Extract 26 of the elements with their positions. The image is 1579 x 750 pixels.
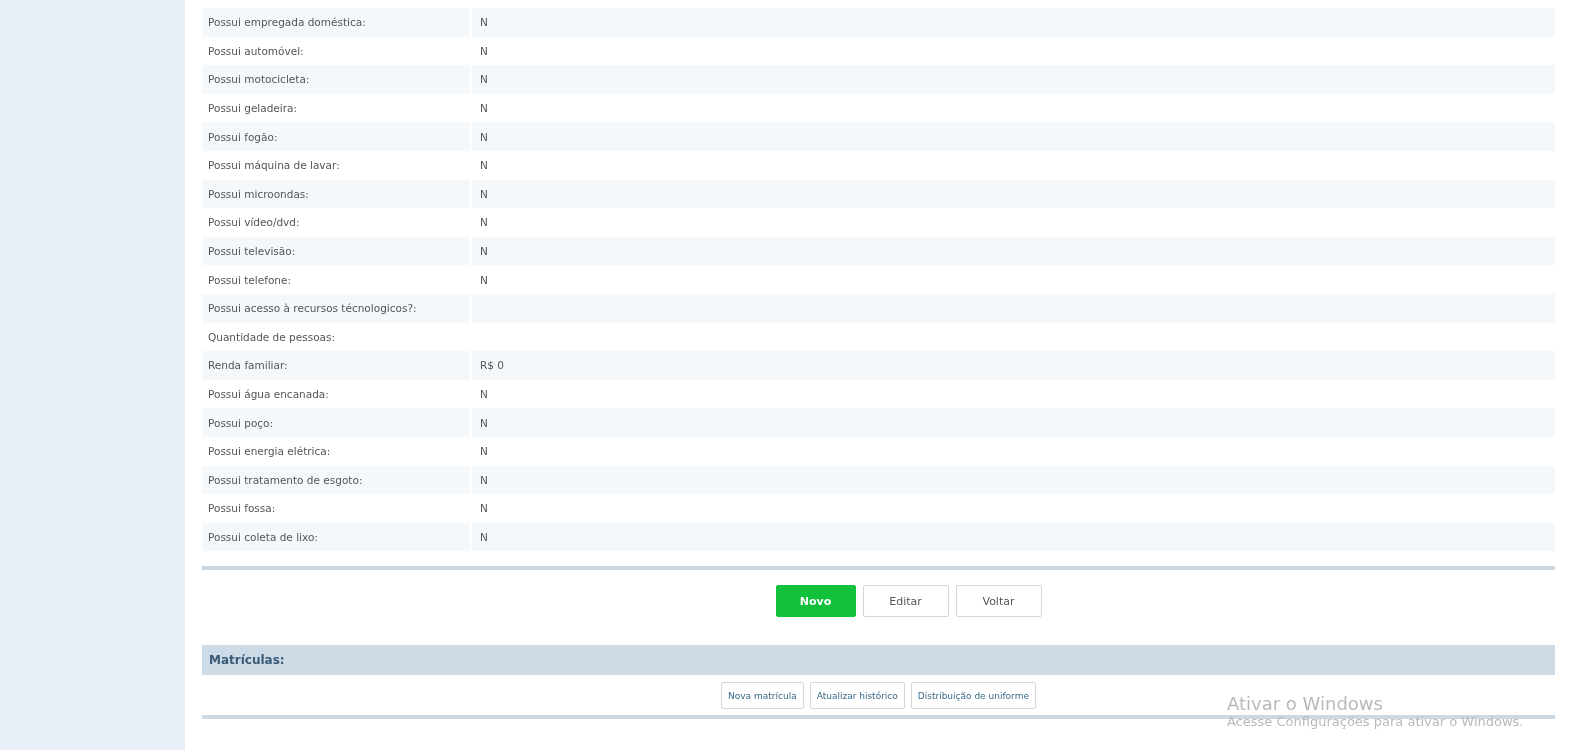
field-value: N [479, 416, 488, 429]
section-button[interactable]: Atualizar histórico [809, 682, 905, 710]
field-value: N [479, 187, 488, 200]
action-button[interactable]: Editar [862, 585, 949, 618]
field-value: N [479, 44, 488, 57]
section-button[interactable]: Nova matrícula [721, 682, 804, 710]
field-value: R$ 0 [479, 359, 504, 372]
section-header: Matrículas: [202, 645, 1555, 676]
field-value: N [479, 531, 488, 543]
field-value: N [479, 216, 488, 229]
section-button[interactable]: Distribuição de uniforme [910, 682, 1036, 710]
field-value: N [479, 130, 488, 143]
field-value: N [479, 473, 488, 486]
field-label: Possui coleta de lixo: [202, 522, 472, 552]
activation-text: Acesse Configurações para ativar o Windows. [1227, 714, 1524, 729]
field-value: N [479, 73, 488, 86]
field-value: N [479, 388, 488, 400]
action-button[interactable]: Voltar [955, 585, 1042, 618]
field-value: N [479, 273, 488, 286]
field-value: N [479, 445, 488, 458]
activation-title: Ativar o Windows [1227, 693, 1384, 714]
field-value: N [479, 159, 488, 172]
field-value: N [479, 102, 488, 115]
field-value: N [479, 502, 488, 515]
field-value: N [479, 245, 488, 258]
field-value: N [479, 16, 488, 29]
